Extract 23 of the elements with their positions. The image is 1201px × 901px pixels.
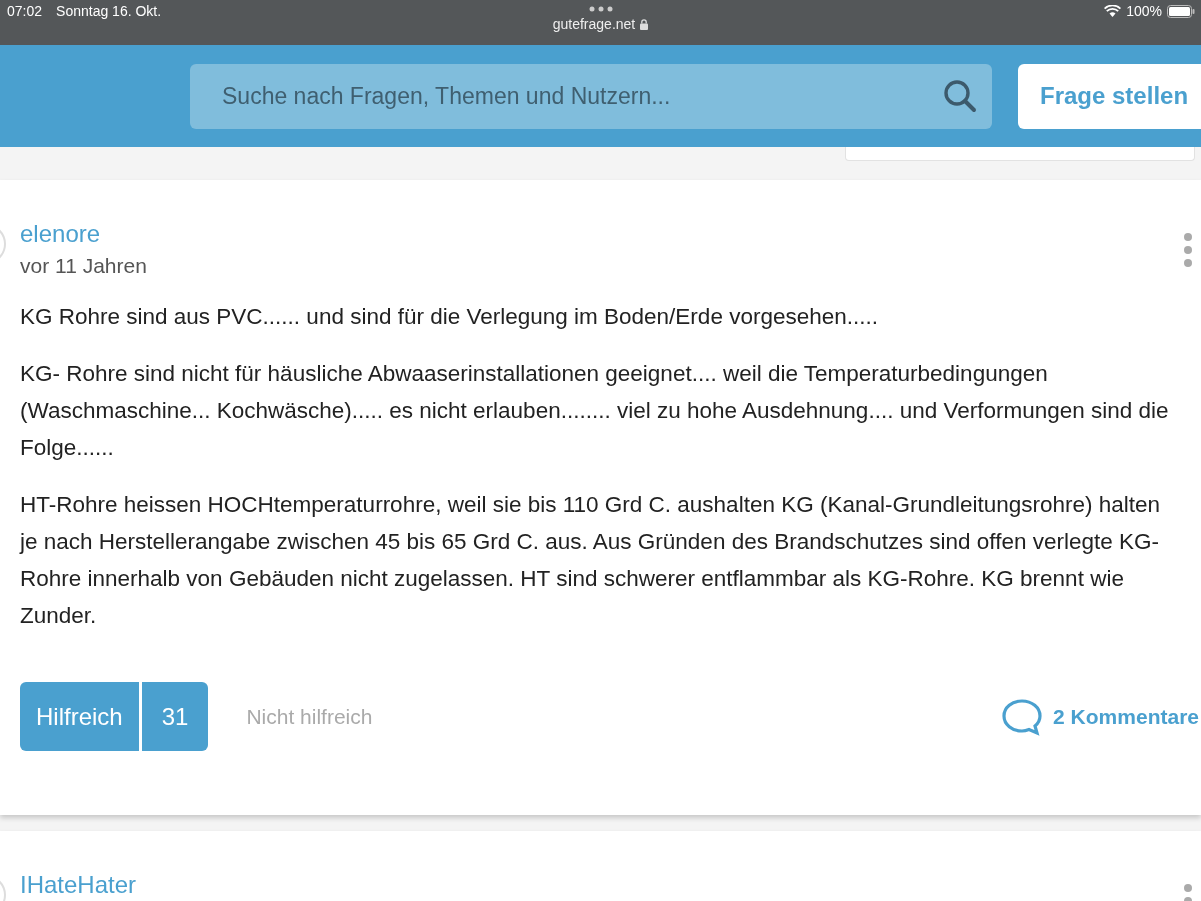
wifi-icon [1104,5,1122,17]
battery-percent: 100% [1126,3,1162,19]
answer-paragraph: HT-Rohre heissen HOCHtemperaturrohre, weil sie bis 110 Grd C. aushalten KG (Kanal-Grundleitungsrohre) halten je nach Herstellerangabe zwischen 45 bis 65 Grd C. aus. Aus Gründen des Brandschutzes sind offen verlegte KG-Rohre innerhalb von Gebäuden nicht zugelassen. HT sind schwerer entflammbar als KG-Rohre. KG brennt wie Zunder. [20,491,1162,630]
search-icon[interactable] [943,78,977,113]
not-helpful-button[interactable]: Nicht hilfreich [240,703,379,730]
comment-icon[interactable] [1001,697,1044,736]
answer-paragraph: KG Rohre sind aus PVC...... und sind für die Verlegung im Boden/Erde vorgesehen..... [20,303,879,331]
battery-icon [1167,4,1195,18]
author-link[interactable]: IHateHater [20,871,1183,899]
search-field[interactable]: Suche nach Fragen, Themen und Nutzern... [190,63,992,129]
status-date: Sonntag 16. Okt. [56,3,162,19]
author-link[interactable]: elenore [20,220,1183,248]
lock-icon [640,18,649,30]
answer-age: vor 11 Jahren [20,254,148,278]
more-icon[interactable] [588,6,613,12]
comments-link[interactable]: 2 Kommentare [1043,704,1201,729]
answer-paragraph: KG- Rohre sind nicht für häusliche Abwaaserinstallationen geeignet.... weil die Temperaturbedingungen (Waschmaschine... Kochwäsche)..... es nicht erlauben........ viel zu hohe Ausdehnung.... und Verformungen sind die Folge...... [20,360,1170,462]
helpful-count: 31 [141,682,209,751]
helpful-button[interactable]: Hilfreich [20,682,139,751]
status-time: 07:02 [7,3,43,19]
ask-question-button[interactable]: Frage stellen [1018,63,1201,129]
url-text[interactable]: gutefrage.net [552,16,636,32]
more-options-icon[interactable] [1183,232,1193,268]
